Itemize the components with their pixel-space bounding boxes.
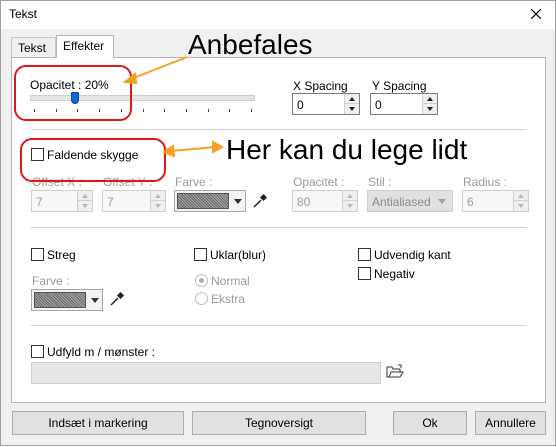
- annotation-play: Her kan du lege lidt: [226, 134, 468, 165]
- arrow-head-icon: [161, 144, 176, 158]
- tab-effekter[interactable]: Effekter: [56, 35, 114, 58]
- dialog-window: Tekst Tekst Effekter Opacitet : 20% X Sp…: [0, 0, 556, 446]
- arrow-head-icon: [212, 140, 225, 154]
- tab-effekter-label: Effekter: [63, 39, 105, 53]
- annotation-recommended: Anbefales: [188, 29, 313, 60]
- annotation-arrows: [122, 56, 225, 158]
- annotation-arrow-recommended: [130, 56, 188, 80]
- annotation-arrow-play: [170, 146, 217, 152]
- arrow-head-icon: [122, 72, 138, 85]
